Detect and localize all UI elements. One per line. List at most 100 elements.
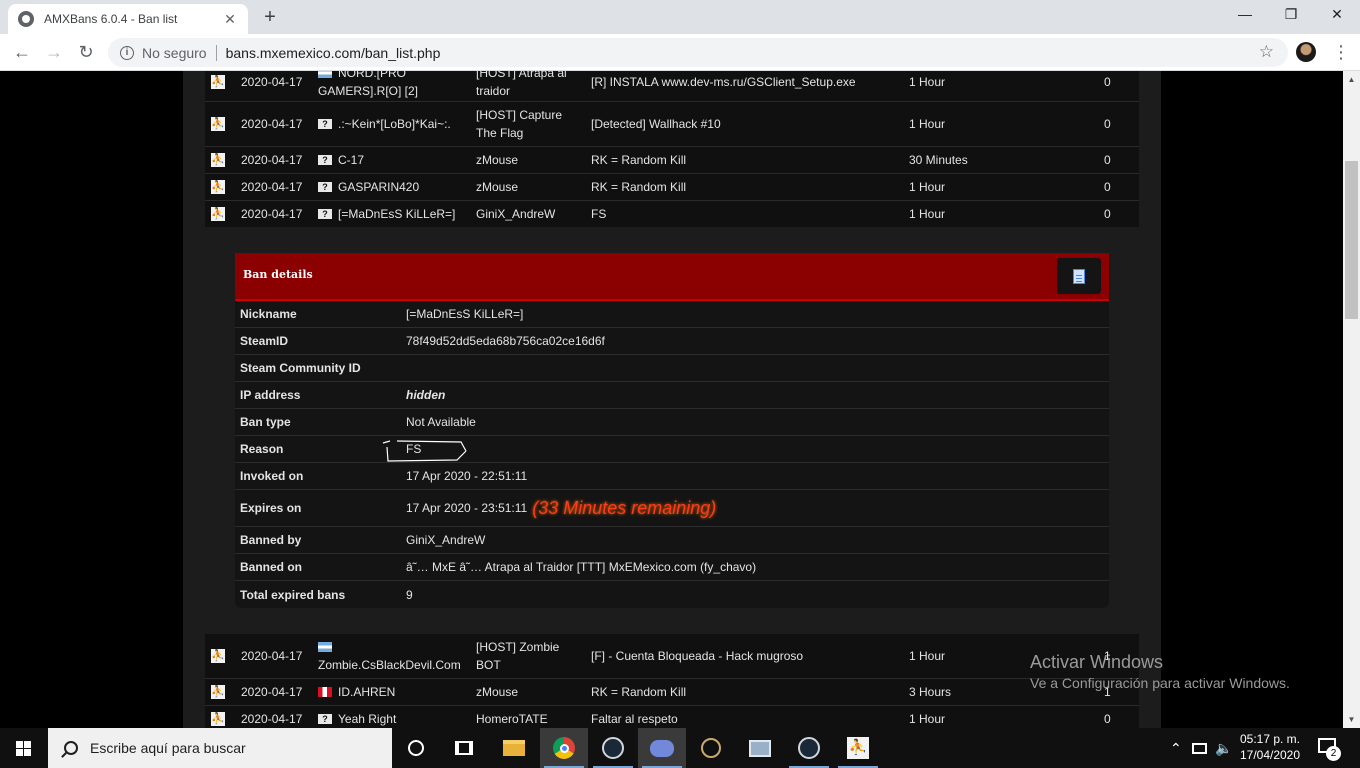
cstrike-game-icon: ⛹ [211, 712, 225, 726]
scroll-down-icon[interactable]: ▼ [1343, 711, 1360, 728]
scrollbar-thumb[interactable] [1345, 161, 1358, 319]
maximize-button[interactable]: ❐ [1268, 0, 1314, 30]
ban-date: 2020-04-17 [241, 712, 303, 726]
details-document-button[interactable] [1057, 258, 1101, 294]
chrome-icon[interactable] [540, 728, 588, 768]
ban-reason: FS [591, 207, 607, 221]
search-icon [64, 741, 78, 755]
ban-row[interactable]: ⛹ 2020-04-17 ? .:~Kein*[LoBo]*Kai~:. [HOS… [205, 102, 1139, 147]
back-button[interactable]: ← [8, 39, 36, 67]
ban-details-header: Ban details [235, 253, 1109, 301]
ban-row[interactable]: ⛹ 2020-04-17 Zombie.CsBlackDevil.Com [HO… [205, 634, 1139, 679]
flag-unknown-icon: ? [318, 714, 332, 724]
ban-date: 2020-04-17 [241, 117, 303, 131]
league-of-legends-icon[interactable] [687, 728, 735, 768]
discord-icon[interactable] [638, 728, 686, 768]
forward-button[interactable]: → [40, 39, 68, 67]
ban-length: 1 Hour [909, 649, 946, 663]
ban-row-selected[interactable]: ⛹ 2020-04-17 ? [=MaDnEsS KiLLeR=] GiniX_A… [205, 201, 1139, 228]
monitor-app-icon[interactable] [736, 728, 784, 768]
ban-reason: RK = Random Kill [591, 685, 687, 699]
clock-time: 05:17 p. m. [1239, 732, 1301, 746]
flag-unknown-icon: ? [318, 155, 332, 165]
page-content: ⛹ 2020-04-17 NORD.[PRO GAMERS].R[O] [2] … [183, 71, 1161, 728]
ban-server: zMouse [476, 685, 519, 699]
counter-strike-icon[interactable]: ⛹ [834, 728, 882, 768]
browser-tab[interactable]: AMXBans 6.0.4 - Ban list ✕ [8, 4, 248, 34]
tray-overflow-icon[interactable]: ⌃ [1170, 728, 1182, 768]
detail-row-steamid: SteamID 78f49d52dd5eda68b756ca02ce16d6f [235, 328, 1109, 355]
browser-menu-icon[interactable]: ⋮ [1332, 40, 1350, 64]
detail-row-banned-on: Banned on â˜… MxE â˜… Atrapa al Traidor … [235, 554, 1109, 581]
scroll-up-icon[interactable]: ▲ [1343, 71, 1360, 88]
ban-row[interactable]: ⛹ 2020-04-17 ? Yeah Right HomeroTATE Falt… [205, 706, 1139, 728]
cstrike-game-icon: ⛹ [211, 649, 225, 663]
cortana-icon[interactable] [392, 728, 440, 768]
ban-server: [HOST] Atrapa al traidor [476, 71, 567, 98]
detail-row-expires: Expires on 17 Apr 2020 - 23:51:11 (33 Min… [235, 490, 1109, 527]
ban-server: zMouse [476, 153, 519, 167]
security-label[interactable]: No seguro [142, 45, 207, 61]
volume-icon[interactable]: 🔈 [1215, 728, 1232, 768]
file-explorer-icon[interactable] [490, 728, 538, 768]
detail-row-banned-by: Banned by GiniX_AndreW [235, 527, 1109, 554]
windows-logo-icon [16, 741, 32, 756]
ban-row[interactable]: ⛹ 2020-04-17 ID.AHREN zMouse RK = Random… [205, 679, 1139, 706]
ban-reason: Faltar al respeto [591, 712, 678, 726]
close-window-button[interactable]: ✕ [1314, 0, 1360, 30]
cstrike-game-icon: ⛹ [211, 153, 225, 167]
address-bar[interactable]: i No seguro bans.mxemexico.com/ban_list.… [108, 38, 1288, 67]
ban-row[interactable]: ⛹ 2020-04-17 ? GASPARIN420 zMouse RK = Ra… [205, 174, 1139, 201]
activate-windows-watermark: Activar Windows Ve a Configuración para … [1030, 652, 1290, 691]
ban-reason: RK = Random Kill [591, 153, 687, 167]
task-view-icon[interactable] [440, 728, 488, 768]
ban-details-container: Ban details Nickname [=MaDnEsS KiLLeR=] … [205, 227, 1139, 634]
bookmark-star-icon[interactable]: ☆ [1259, 42, 1274, 62]
cstrike-game-icon: ⛹ [211, 685, 225, 699]
ban-nick: .:~Kein*[LoBo]*Kai~:. [338, 117, 451, 131]
profile-avatar[interactable] [1296, 42, 1316, 62]
tab-close-icon[interactable]: ✕ [222, 11, 238, 28]
globe-icon [18, 11, 34, 27]
flag-argentina-icon [318, 71, 332, 78]
taskbar-search[interactable]: Escribe aquí para buscar [48, 728, 392, 768]
ban-nick: GASPARIN420 [338, 180, 420, 194]
ban-nick: [=MaDnEsS KiLLeR=] [338, 207, 456, 221]
info-icon[interactable]: i [120, 45, 134, 60]
taskbar-clock[interactable]: 05:17 p. m. 17/04/2020 [1236, 731, 1304, 763]
start-button[interactable] [0, 728, 48, 768]
detail-row-nickname: Nickname [=MaDnEsS KiLLeR=] [235, 301, 1109, 328]
detail-row-total-expired: Total expired bans 9 [240, 587, 413, 602]
flag-peru-icon [318, 687, 332, 697]
ban-date: 2020-04-17 [241, 153, 303, 167]
ban-row[interactable]: ⛹ 2020-04-17 NORD.[PRO GAMERS].R[O] [2] … [205, 71, 1139, 102]
browser-toolbar: ← → ↻ i No seguro bans.mxemexico.com/ban… [0, 34, 1360, 71]
steam-icon[interactable] [589, 728, 637, 768]
ban-list-top: ⛹ 2020-04-17 NORD.[PRO GAMERS].R[O] [2] … [205, 71, 1139, 228]
new-tab-button[interactable]: + [258, 6, 282, 30]
flag-unknown-icon: ? [318, 119, 332, 129]
minimize-button[interactable]: — [1222, 0, 1268, 30]
flag-unknown-icon: ? [318, 209, 332, 219]
reload-button[interactable]: ↻ [72, 39, 100, 67]
detail-row-invoked: Invoked on 17 Apr 2020 - 22:51:11 [235, 463, 1109, 490]
notification-center-icon[interactable]: 2 [1318, 738, 1341, 761]
clock-date: 17/04/2020 [1239, 748, 1301, 762]
ban-row[interactable]: ⛹ 2020-04-17 ? C-17 zMouse RK = Random Ki… [205, 147, 1139, 174]
cstrike-game-icon: ⛹ [211, 207, 225, 221]
ban-reason: [F] - Cuenta Bloqueada - Hack mugroso [591, 649, 804, 663]
ban-server: [HOST] Capture The Flag [476, 108, 563, 140]
ban-nick: ID.AHREN [338, 685, 396, 699]
url-text[interactable]: bans.mxemexico.com/ban_list.php [226, 45, 441, 61]
ban-server: [HOST] Zombie BOT [476, 640, 560, 672]
ban-server: zMouse [476, 180, 519, 194]
ban-expired-count: 0 [1104, 207, 1111, 221]
page-viewport: ⛹ 2020-04-17 NORD.[PRO GAMERS].R[O] [2] … [0, 71, 1343, 728]
network-icon[interactable] [1192, 728, 1207, 768]
ban-server: HomeroTATE [476, 712, 548, 726]
ban-details-panel: Ban details Nickname [=MaDnEsS KiLLeR=] … [235, 253, 1109, 608]
page-scrollbar[interactable]: ▲ ▼ [1343, 71, 1360, 728]
steam-icon-2[interactable] [785, 728, 833, 768]
ban-reason: [R] INSTALA www.dev-ms.ru/GSClient_Setup… [591, 75, 856, 89]
browser-tab-bar: AMXBans 6.0.4 - Ban list ✕ + — ❐ ✕ [0, 0, 1360, 34]
